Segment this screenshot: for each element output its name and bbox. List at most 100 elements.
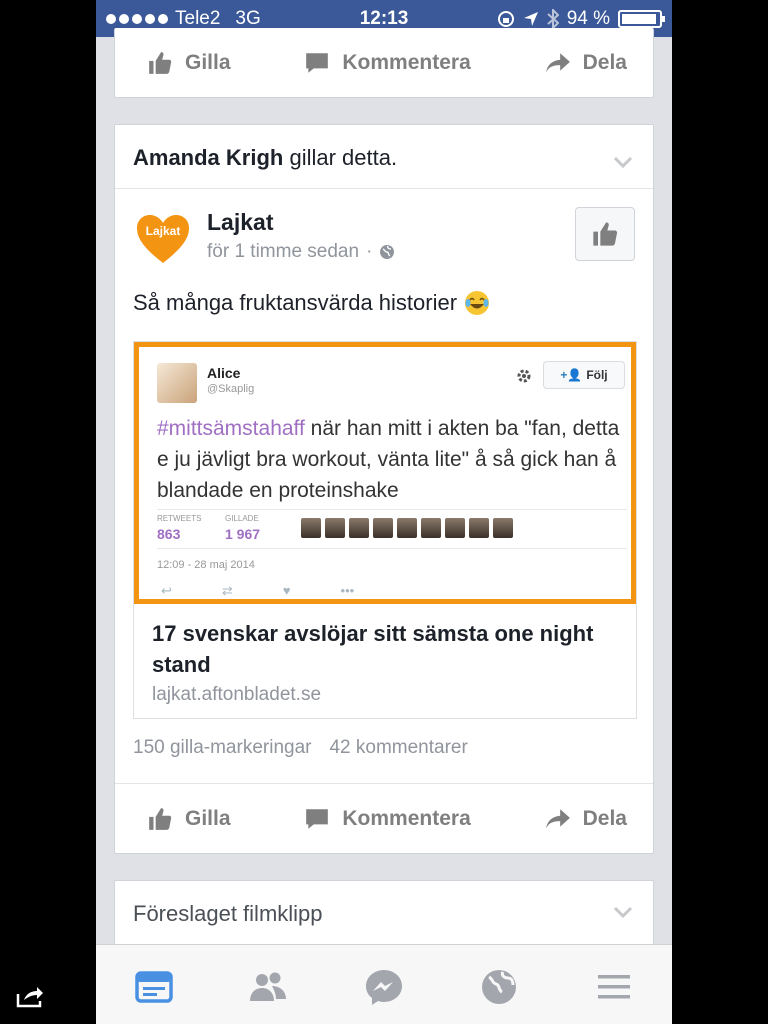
social-context-text: gillar detta. (289, 145, 398, 170)
liker-avatar (349, 518, 369, 538)
share-arrow-icon (545, 53, 570, 73)
chevron-down-icon (613, 156, 633, 169)
share-arrow-icon (545, 808, 570, 829)
social-context: Amanda Krigh gillar detta. (115, 125, 653, 189)
comment-button[interactable]: Kommentera (304, 806, 471, 832)
more-icon: ••• (340, 583, 355, 598)
gear-icon (517, 369, 531, 383)
post-meta: för 1 timme sedan · (207, 241, 395, 263)
laughing-tears-emoji-icon (465, 291, 490, 315)
like-label: Gilla (185, 806, 231, 830)
like-label: Gilla (185, 51, 231, 74)
retweets-label: RETWEETS (157, 514, 202, 523)
retweets-stat: RETWEETS 863 (157, 514, 201, 542)
retweets-value: 863 (157, 526, 181, 542)
comment-label: Kommentera (342, 806, 471, 830)
comment-bubble-icon (306, 53, 329, 73)
public-globe-icon (380, 245, 395, 259)
location-arrow-icon (523, 12, 538, 26)
facebook-app-screen: Tele2 3G 12:13 94 % Gilla Kommentera Del… (96, 0, 672, 1024)
liker-avatar (445, 518, 465, 538)
thumbs-up-icon (149, 52, 172, 74)
reply-icon: ↩ (161, 583, 172, 598)
share-label: Dela (582, 51, 627, 74)
post-options-chevron[interactable] (613, 149, 633, 169)
heart-icon: ♥ (282, 583, 291, 598)
liker-avatar (493, 518, 513, 538)
link-title: 17 svenskar avslöjar sitt sämsta one nig… (152, 621, 594, 677)
tab-notifications[interactable] (477, 965, 521, 1009)
friends-icon (250, 972, 286, 1001)
battery-fill (622, 14, 656, 24)
comment-label: Kommentera (342, 51, 471, 74)
tweet-screenshot-image: Alice @Skaplig +👤 Följ #mittsämstahaff n… (134, 342, 636, 604)
battery-percent: 94 % (566, 8, 610, 29)
share-button[interactable]: Dela (545, 50, 627, 76)
messenger-icon (366, 970, 402, 1005)
lajkat-logo[interactable]: Lajkat (135, 213, 191, 265)
friend-name-link[interactable]: Amanda Krigh (133, 145, 283, 170)
tab-news-feed[interactable] (132, 965, 176, 1009)
bottom-tab-bar (96, 944, 672, 1024)
liker-avatar (469, 518, 489, 538)
post-message: Så många fruktansvärda historier (133, 289, 491, 317)
tab-more[interactable] (592, 965, 636, 1009)
tweet-stats: RETWEETS 863 GILLADE 1 967 (157, 509, 627, 549)
like-button[interactable]: Gilla (147, 50, 231, 76)
tweet-author-name: Alice (207, 365, 241, 381)
comments-count-link[interactable]: 42 kommentarer (329, 737, 467, 759)
status-right: 94 % (497, 8, 665, 30)
suggested-options-chevron[interactable] (613, 905, 633, 919)
tweet-text: #mittsämstahaff när han mitt i akten ba … (157, 413, 627, 506)
post-text: Så många fruktansvärda historier (133, 290, 458, 315)
likes-count-link[interactable]: 150 gilla-markeringar (133, 737, 311, 759)
share-label: Dela (582, 806, 627, 830)
liker-avatar (421, 518, 441, 538)
likes-value: 1 967 (225, 526, 261, 542)
comment-button[interactable]: Kommentera (304, 50, 471, 76)
chevron-down-icon (613, 906, 633, 919)
share-button[interactable]: Dela (545, 806, 627, 832)
tweet-avatar (157, 363, 197, 403)
suggested-video-card: Föreslaget filmklipp (114, 880, 654, 950)
likes-label: GILLADE (225, 514, 259, 523)
likes-stat: GILLADE 1 967 (225, 514, 260, 542)
liker-avatars (301, 518, 513, 538)
suggested-video-title: Föreslaget filmklipp (133, 901, 323, 926)
tweet-author-handle: @Skaplig (207, 383, 255, 395)
follow-label: Följ (586, 368, 608, 382)
post-header: Lajkat Lajkat för 1 timme sedan · (115, 189, 653, 273)
liker-avatar (301, 518, 321, 538)
meta-separator: · (366, 241, 373, 262)
post-timestamp[interactable]: för 1 timme sedan (207, 241, 359, 263)
tweet-date: 12:09 - 28 maj 2014 (157, 559, 255, 571)
liker-avatar (325, 518, 345, 538)
tab-friends[interactable] (246, 965, 290, 1009)
news-feed-post: Amanda Krigh gillar detta. Lajkat Lajkat… (114, 124, 654, 854)
liker-avatar (373, 518, 393, 538)
tweet-actions: ↩ ⇄ ♥ ••• (161, 583, 354, 599)
like-button[interactable]: Gilla (147, 806, 231, 832)
engagement-counts: 150 gilla-markeringar 42 kommentarer (133, 737, 468, 759)
tweet-follow-button: +👤 Följ (543, 361, 625, 389)
thumbs-up-icon (593, 222, 618, 246)
battery-icon (618, 10, 665, 28)
like-page-button[interactable] (575, 207, 635, 261)
bluetooth-icon (547, 9, 559, 29)
logo-text: Lajkat (146, 224, 181, 238)
previous-post-actions: Gilla Kommentera Dela (114, 28, 654, 98)
link-attachment[interactable]: Alice @Skaplig +👤 Följ #mittsämstahaff n… (133, 341, 637, 719)
orientation-lock-icon (497, 11, 514, 27)
news-feed-icon (135, 971, 173, 1003)
action-bar: Gilla Kommentera Dela (115, 28, 653, 98)
retweet-icon: ⇄ (221, 583, 233, 598)
tab-messenger[interactable] (362, 965, 406, 1009)
menu-icon (598, 975, 630, 999)
globe-icon (482, 970, 516, 1004)
page-name[interactable]: Lajkat (207, 209, 273, 236)
tweet-hashtag: #mittsämstahaff (157, 417, 305, 440)
thumbs-up-icon (149, 807, 172, 830)
comment-bubble-icon (306, 808, 329, 829)
link-domain: lajkat.aftonbladet.se (152, 684, 322, 705)
share-export-icon[interactable] (16, 984, 44, 1008)
